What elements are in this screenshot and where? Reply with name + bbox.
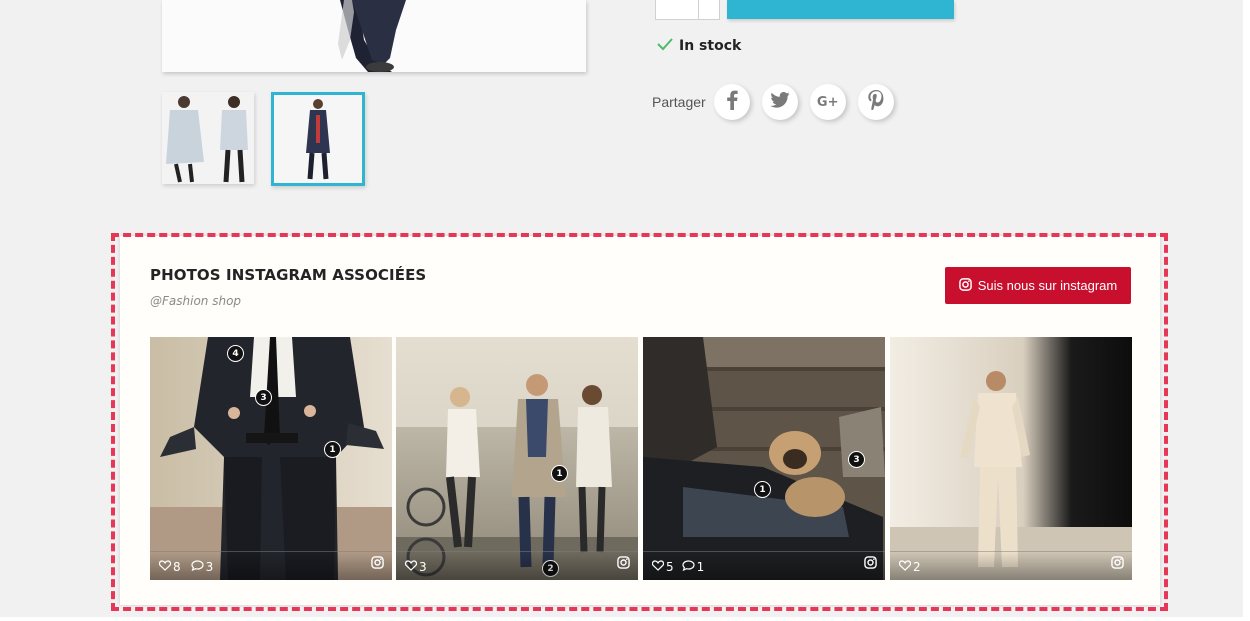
photo-footer: 3 [396,551,638,580]
product-tag-marker[interactable]: 1 [324,441,341,458]
facebook-icon [725,90,739,114]
likes-stat: 2 [898,560,921,574]
instagram-icon[interactable] [617,554,630,573]
heart-icon [158,560,172,574]
pinterest-icon [868,90,884,114]
instagram-icon [958,277,972,294]
comment-icon [191,560,204,574]
comments-stat: 3 [191,560,214,574]
page-edge [0,617,1250,621]
quantity-stepper[interactable] [699,0,720,20]
add-to-cart-button[interactable] [727,0,954,19]
google-plus-icon: G+ [816,94,839,110]
facebook-share-button[interactable] [713,84,750,120]
instagram-photo-4[interactable]: 2 [890,337,1132,580]
instagram-photo-4-image [890,337,1132,580]
instagram-follow-label: Suis nous sur instagram [977,278,1118,293]
comments-stat: 1 [682,560,705,574]
comments-count: 3 [205,560,214,574]
instagram-icon[interactable] [1111,554,1124,573]
google-plus-share-button[interactable]: G+ [809,84,846,120]
product-tag-marker[interactable]: 1 [551,465,568,482]
instagram-photo-2[interactable]: 1 2 3 [396,337,638,580]
product-tag-marker[interactable]: 4 [227,345,244,362]
instagram-photo-1[interactable]: 4 3 1 8 3 [150,337,392,580]
likes-count: 2 [913,560,921,574]
check-icon [657,36,673,55]
page-edge [1243,0,1250,621]
likes-count: 5 [666,560,674,574]
photo-stats: 3 [404,560,427,574]
likes-count: 8 [173,560,181,574]
comment-icon [682,560,695,574]
photo-footer: 2 [890,551,1132,580]
photo-stats: 2 [898,560,921,574]
comments-count: 1 [696,560,705,574]
heart-icon [404,560,418,574]
photo-stats: 5 1 [651,560,705,574]
share-label: Partager [652,94,706,110]
product-photo [162,0,586,72]
share-bar: Partager G+ [652,84,906,120]
stock-label: In stock [679,37,742,54]
likes-stat: 5 [651,560,674,574]
instagram-photo-3[interactable]: 3 1 5 1 [643,337,885,580]
likes-stat: 3 [404,560,427,574]
heart-icon [651,560,665,574]
product-tag-marker[interactable]: 3 [255,389,272,406]
product-main-image[interactable] [162,0,586,72]
likes-count: 3 [419,560,427,574]
instagram-photo-2-image [396,337,638,580]
instagram-section-title: PHOTOS INSTAGRAM ASSOCIÉES [150,266,427,284]
twitter-icon [770,92,790,112]
product-tag-marker[interactable]: 3 [848,451,865,468]
instagram-follow-button[interactable]: Suis nous sur instagram [945,267,1131,304]
instagram-photo-1-image [150,337,392,580]
product-thumbnail-2-selected[interactable] [271,92,365,186]
product-thumbnail-1[interactable] [162,92,254,184]
instagram-handle: @Fashion shop [150,294,242,308]
instagram-icon[interactable] [371,554,384,573]
stock-status: In stock [657,36,741,55]
likes-stat: 8 [158,560,181,574]
photo-stats: 8 3 [158,560,214,574]
quantity-input[interactable] [655,0,701,20]
photo-footer: 8 3 [150,551,392,580]
pinterest-share-button[interactable] [857,84,894,120]
photo-footer: 5 1 [643,551,885,580]
heart-icon [898,560,912,574]
product-tag-marker[interactable]: 1 [754,481,771,498]
instagram-icon[interactable] [864,554,877,573]
twitter-share-button[interactable] [761,84,798,120]
